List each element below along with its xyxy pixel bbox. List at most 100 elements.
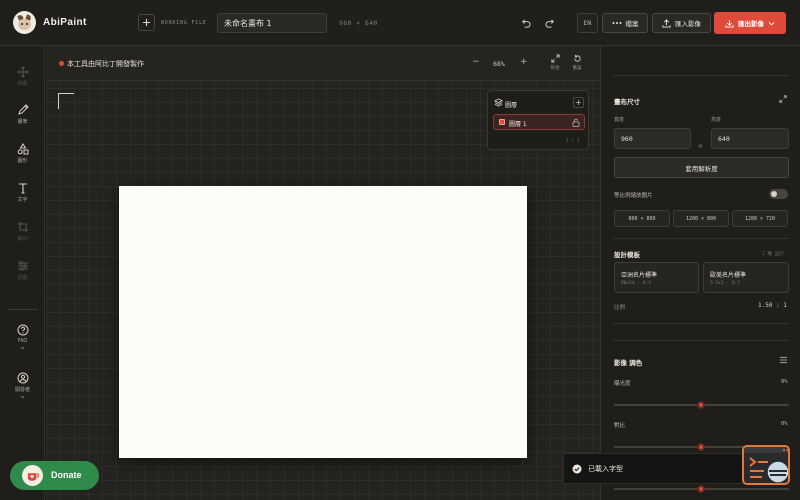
add-layer-button[interactable]: + — [573, 97, 584, 108]
redo-button[interactable] — [542, 15, 558, 31]
tool-text[interactable]: 文字 — [0, 182, 45, 203]
times-symbol: × — [698, 143, 704, 150]
file-name-input[interactable] — [217, 13, 327, 33]
app-logo — [13, 11, 36, 34]
tool-adjust[interactable]: 調整 — [0, 260, 45, 281]
status-dot — [59, 61, 64, 66]
templates-title: 設計模板 — [614, 251, 640, 259]
layer-color-swatch — [499, 119, 505, 125]
developer-button[interactable]: 開發者 — [0, 372, 45, 399]
height-input[interactable] — [711, 128, 789, 149]
template-size: 90x54 · 4:3 — [621, 281, 651, 286]
template-card[interactable]: 亞洲名片標準 90x54 · 4:3 — [614, 262, 699, 293]
helper-widget[interactable] — [742, 445, 790, 485]
canvas-workspace[interactable]: 本工具由阿比丁開發製作 − 68% + 符合 重設 圖層 + 圖層 1 1 / … — [46, 46, 600, 500]
app-name: AbiPaint — [43, 17, 87, 28]
layers-icon — [494, 98, 503, 107]
slider-value: 0% — [781, 421, 788, 427]
exposure-slider[interactable] — [614, 401, 789, 409]
export-image-label: 匯出影像 — [738, 20, 764, 28]
heart-cup-icon — [22, 465, 43, 486]
drawing-canvas[interactable] — [119, 186, 527, 458]
redo-icon — [544, 18, 554, 28]
import-image-button[interactable]: 匯入影像 — [652, 13, 711, 33]
panel-divider — [613, 323, 789, 324]
layer-item[interactable]: 圖層 1 — [493, 114, 585, 130]
more-dots-icon — [612, 22, 621, 24]
zoom-out-button[interactable]: − — [472, 57, 480, 67]
working-file-label: WORKING FILE — [161, 20, 207, 26]
check-circle-icon — [572, 464, 582, 474]
lock-icon[interactable] — [572, 118, 580, 127]
tool-label: 開發者 — [14, 387, 30, 393]
language-button[interactable]: EN — [577, 13, 598, 33]
download-icon — [725, 19, 734, 28]
donate-label: Donate — [51, 470, 82, 480]
tool-label: FAQ — [17, 338, 28, 344]
help-icon — [17, 324, 28, 336]
sliders-icon[interactable] — [779, 356, 788, 364]
preset-button[interactable]: 1280 × 720 — [732, 210, 788, 227]
fit-view-button[interactable]: 符合 — [545, 54, 565, 71]
crop-icon — [17, 222, 28, 232]
tool-label: 畫筆 — [17, 119, 28, 125]
slider-thumb[interactable] — [696, 401, 705, 409]
tool-shape[interactable]: 圖形 — [0, 143, 45, 164]
panel-divider — [613, 238, 789, 239]
lock-ratio-toggle[interactable] — [769, 189, 788, 199]
chevron-down-icon — [768, 21, 775, 25]
credit-notice: 本工具由阿比丁開發製作 — [67, 60, 144, 68]
donate-button[interactable]: Donate — [10, 461, 99, 490]
reset-view-button[interactable]: 重設 — [567, 54, 587, 71]
shapes-icon — [17, 143, 28, 155]
width-label: 寬度 — [614, 117, 625, 123]
user-icon — [17, 372, 28, 384]
layer-name: 圖層 1 — [509, 121, 527, 128]
export-image-button[interactable]: 匯出影像 — [714, 12, 786, 34]
ratio-value: 1.50 : 1 — [758, 302, 787, 309]
canvas-dimensions: 960 × 640 — [339, 19, 378, 27]
preset-button[interactable]: 1200 × 800 — [673, 210, 729, 227]
adjust-slider[interactable] — [614, 485, 789, 493]
plus-icon — [142, 18, 151, 27]
slider-thumb[interactable] — [696, 443, 705, 451]
fit-view-label: 符合 — [550, 66, 560, 71]
reset-icon — [573, 54, 581, 62]
height-label: 高度 — [711, 117, 722, 123]
apply-resolution-button[interactable]: 套用解析度 — [614, 157, 789, 178]
zoom-in-button[interactable]: + — [520, 57, 528, 67]
tool-crop[interactable]: 裁切 — [0, 221, 45, 242]
tool-brush[interactable]: 畫筆 — [0, 104, 45, 125]
file-menu-button[interactable]: 檔案 — [602, 13, 648, 33]
brush-icon — [17, 104, 29, 115]
preset-button[interactable]: 800 × 800 — [614, 210, 670, 227]
canvas-size-title: 畫布尺寸 — [614, 98, 640, 106]
width-input[interactable] — [614, 128, 691, 149]
workspace-header: 本工具由阿比丁開發製作 − 68% + 符合 重設 — [46, 46, 600, 81]
panel-divider — [613, 75, 789, 76]
faq-button[interactable]: FAQ — [0, 324, 45, 350]
tool-sidebar: 移動 畫筆 圖形 文字 裁切 調整 FAQ 開發者 — [0, 46, 45, 500]
template-card[interactable]: 歐美名片標準 3.5x2 · 3:2 — [703, 262, 789, 293]
new-file-button[interactable] — [138, 14, 155, 31]
properties-panel: 畫布尺寸 寬度 高度 × 套用解析度 等比例縮放圖片 800 × 800 120… — [600, 46, 800, 500]
color-adjust-title: 影像 調色 — [614, 359, 643, 367]
undo-button[interactable] — [517, 15, 533, 31]
tool-move[interactable]: 移動 — [0, 66, 45, 87]
sliders-icon — [17, 261, 28, 271]
tool-label: 移動 — [17, 81, 28, 87]
slider-label: 對比 — [614, 423, 626, 429]
tool-label: 裁切 — [17, 236, 28, 242]
text-icon — [18, 183, 27, 194]
layer-count: 1 / 1 — [566, 139, 580, 144]
toolbar-divider — [7, 309, 38, 310]
top-bar: AbiPaint WORKING FILE 960 × 640 EN 檔案 匯入… — [0, 0, 800, 46]
reset-view-label: 重設 — [572, 66, 582, 71]
slider-label: 曝光度 — [614, 381, 631, 387]
expand-icon — [550, 54, 560, 63]
expand-icon[interactable] — [779, 95, 787, 103]
corner-guide — [58, 93, 74, 109]
slider-thumb[interactable] — [696, 485, 705, 493]
import-image-label: 匯入影像 — [675, 20, 701, 28]
chevron-down-icon — [20, 395, 25, 399]
